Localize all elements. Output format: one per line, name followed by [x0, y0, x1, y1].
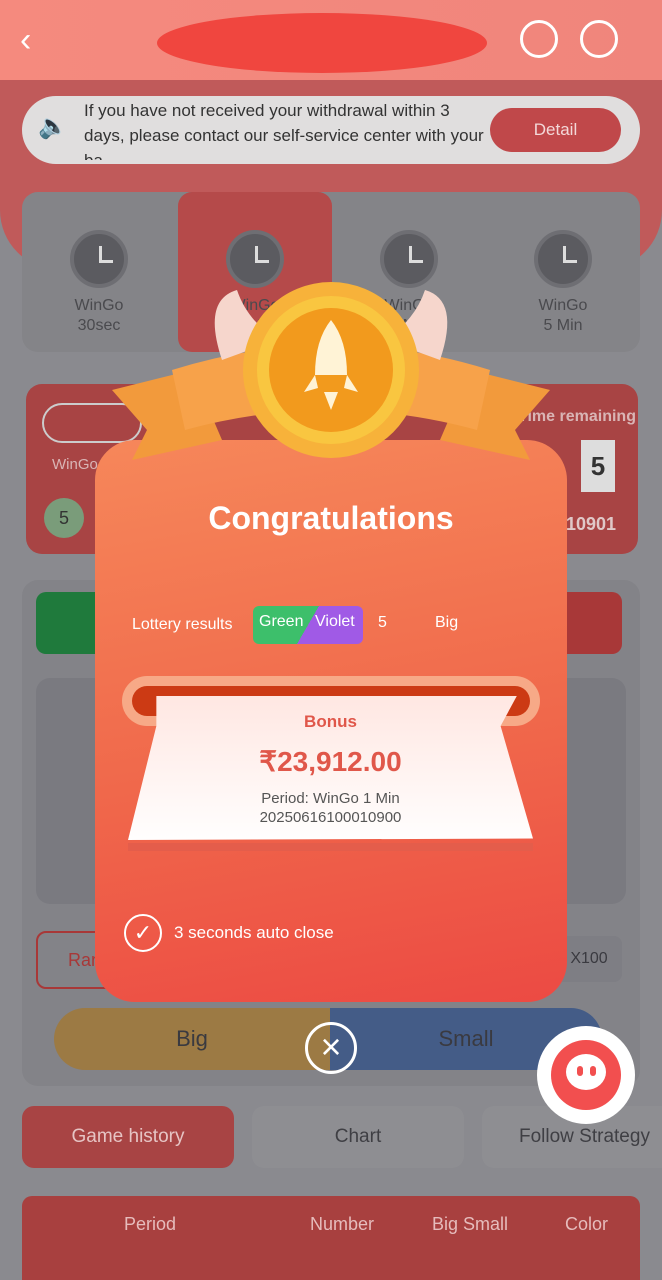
issue-number: 10901 [566, 514, 617, 534]
result-size: Big [435, 614, 459, 631]
back-icon[interactable]: ‹ [20, 22, 50, 58]
speaker-icon: 🔈 [38, 113, 68, 140]
col-number: Number [310, 1214, 375, 1234]
col-period: Period [124, 1214, 177, 1234]
col-big-small: Big Small [432, 1214, 509, 1234]
col-color: Color [565, 1214, 609, 1234]
result-ball: 5 [44, 498, 84, 538]
color-green-label: Green [259, 613, 304, 630]
close-modal-button[interactable]: × [305, 1022, 357, 1074]
chat-eye [577, 1066, 583, 1076]
modal-title: Congratulations [208, 500, 454, 536]
period-line: Period: WinGo 1 Min [261, 790, 400, 807]
tab-chart[interactable]: Chart [252, 1106, 464, 1168]
period-info: Period: WinGo 1 Min 20250616100010900 [128, 789, 533, 827]
notice-text: If you have not received your withdrawal… [84, 101, 484, 160]
chat-face [566, 1054, 606, 1090]
medal-ribbon-illustration [112, 282, 550, 460]
detail-button[interactable]: Detail [490, 108, 621, 152]
lottery-results-label: Lottery results [132, 616, 233, 633]
tab-game-history[interactable]: Game history [22, 1106, 234, 1168]
bonus-label: Bonus [304, 712, 357, 731]
headset-icon[interactable] [520, 20, 558, 58]
redaction-scribble [157, 13, 487, 73]
color-violet-label: Violet [315, 613, 355, 630]
auto-close-checkbox[interactable]: ✓ [124, 914, 162, 952]
result-color-pill: Green Violet [253, 606, 363, 644]
result-number: 5 [378, 614, 387, 631]
join-red-button[interactable] [566, 592, 622, 654]
period-id: 20250616100010900 [259, 809, 402, 826]
music-note-icon[interactable] [580, 20, 618, 58]
bonus-amount: ₹23,912.00 [259, 746, 402, 777]
big-button[interactable]: Big [54, 1008, 330, 1070]
history-table-header: Period Number Big Small Color [22, 1196, 640, 1280]
chat-eye [590, 1066, 596, 1076]
paper-edge [128, 843, 533, 851]
auto-close-label: 3 seconds auto close [174, 923, 334, 942]
